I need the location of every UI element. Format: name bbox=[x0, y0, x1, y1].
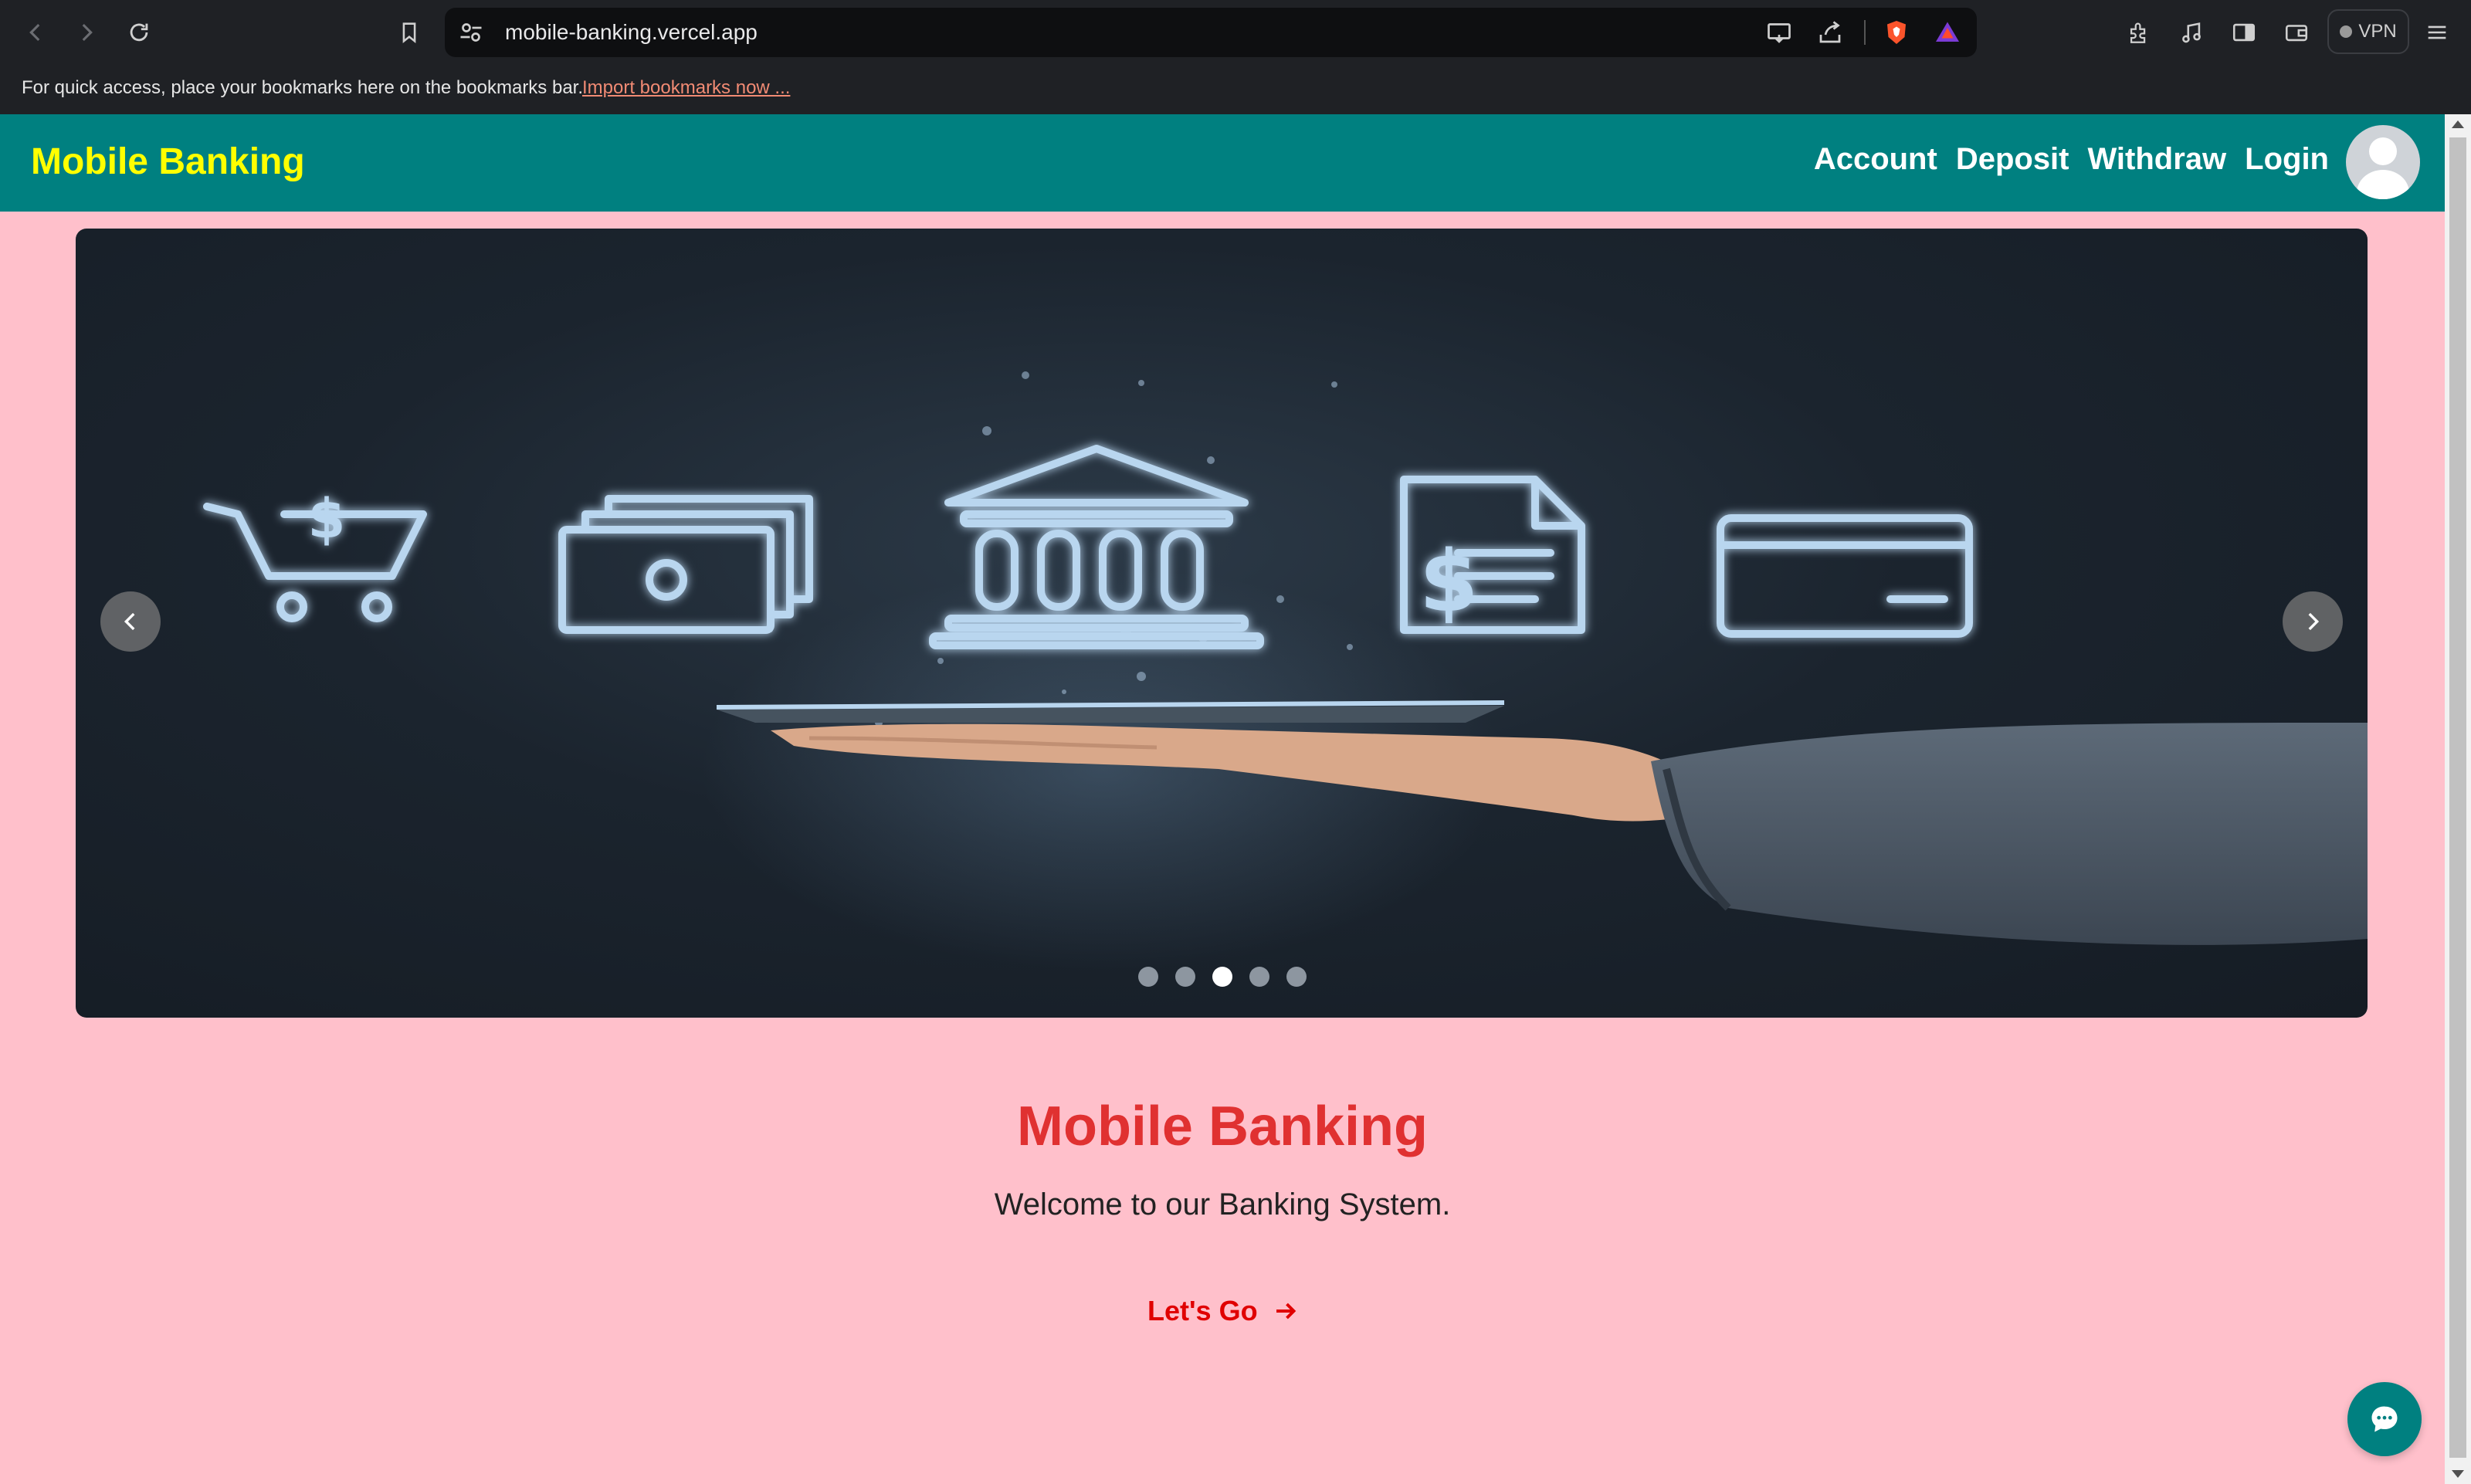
chevron-right-icon bbox=[2308, 612, 2320, 631]
navbar: Mobile Banking Account Deposit Withdraw … bbox=[0, 114, 2445, 212]
chat-bubble-icon bbox=[2371, 1406, 2398, 1432]
carousel-dot-1[interactable] bbox=[1138, 967, 1158, 987]
carousel-dot-3[interactable] bbox=[1212, 967, 1232, 987]
credit-card-icon bbox=[1717, 514, 1973, 638]
user-avatar[interactable] bbox=[2346, 125, 2420, 199]
lets-go-button[interactable]: Let's Go bbox=[1147, 1288, 1300, 1334]
nav-link-deposit[interactable]: Deposit bbox=[1956, 142, 2069, 177]
vpn-button[interactable]: VPN bbox=[2327, 9, 2409, 54]
scroll-down-icon[interactable] bbox=[2452, 1470, 2464, 1478]
carousel-dot-2[interactable] bbox=[1175, 967, 1195, 987]
vpn-label: VPN bbox=[2358, 21, 2397, 42]
menu-icon[interactable] bbox=[2418, 14, 2456, 51]
brave-shield-icon[interactable] bbox=[1883, 19, 1910, 46]
site-settings-icon[interactable] bbox=[457, 19, 485, 46]
vpn-status-icon bbox=[2340, 25, 2353, 38]
avatar-body bbox=[2357, 170, 2409, 199]
address-bar[interactable]: mobile-banking.vercel.app bbox=[445, 8, 1977, 57]
carousel: $ $ bbox=[76, 229, 2368, 1018]
brand-logo[interactable]: Mobile Banking bbox=[31, 141, 305, 183]
nav-link-account[interactable]: Account bbox=[1814, 142, 1937, 177]
address-divider bbox=[1864, 20, 1866, 45]
bank-building-icon bbox=[929, 445, 1264, 649]
cart-dollar-icon: $ bbox=[203, 487, 427, 622]
share-icon[interactable] bbox=[1816, 19, 1844, 46]
nav-link-login[interactable]: Login bbox=[2245, 142, 2329, 177]
bookmarks-message: For quick access, place your bookmarks h… bbox=[22, 77, 584, 98]
sidebar-icon[interactable] bbox=[2225, 14, 2263, 51]
page-scrollbar[interactable] bbox=[2445, 114, 2471, 1484]
page-viewport: Mobile Banking Account Deposit Withdraw … bbox=[0, 114, 2445, 1484]
browser-toolbar: mobile-banking.vercel.app VPN bbox=[0, 0, 2471, 65]
scroll-up-icon[interactable] bbox=[2452, 120, 2464, 128]
carousel-dot-4[interactable] bbox=[1249, 967, 1269, 987]
hero-title: Mobile Banking bbox=[1016, 1096, 1429, 1157]
extensions-icon[interactable] bbox=[2120, 14, 2157, 51]
carousel-indicators bbox=[1138, 967, 1307, 987]
dollar-document-icon: $ bbox=[1400, 476, 1585, 634]
import-bookmarks-link[interactable]: Import bookmarks now ... bbox=[582, 77, 790, 99]
url-text[interactable]: mobile-banking.vercel.app bbox=[505, 20, 758, 45]
carousel-prev-button[interactable] bbox=[100, 591, 161, 652]
lets-go-label: Let's Go bbox=[1147, 1295, 1258, 1326]
carousel-next-button[interactable] bbox=[2283, 591, 2343, 652]
cast-icon[interactable] bbox=[1765, 19, 1793, 46]
scrollbar-thumb[interactable] bbox=[2449, 137, 2466, 1458]
reload-icon[interactable] bbox=[120, 14, 158, 51]
arrow-right-icon bbox=[1276, 1303, 1296, 1320]
wallet-icon[interactable] bbox=[2278, 14, 2315, 51]
back-icon[interactable] bbox=[17, 14, 54, 51]
svg-text:$: $ bbox=[308, 487, 346, 551]
cash-stack-icon bbox=[558, 495, 813, 634]
chat-button[interactable] bbox=[2347, 1382, 2422, 1456]
forward-icon[interactable] bbox=[68, 14, 105, 51]
brave-rewards-icon[interactable] bbox=[1934, 19, 1961, 46]
chevron-left-icon bbox=[124, 612, 135, 631]
nav-links: Account Deposit Withdraw Login bbox=[1814, 142, 2329, 177]
hero-subtitle: Welcome to our Banking System. bbox=[994, 1188, 1451, 1221]
carousel-dot-5[interactable] bbox=[1286, 967, 1307, 987]
media-icon[interactable] bbox=[2173, 14, 2210, 51]
avatar-head bbox=[2369, 137, 2397, 165]
nav-link-withdraw[interactable]: Withdraw bbox=[2088, 142, 2227, 177]
svg-text:$: $ bbox=[1419, 532, 1479, 631]
carousel-slide-image: $ $ bbox=[203, 371, 2368, 970]
bookmarks-bar: For quick access, place your bookmarks h… bbox=[0, 65, 2471, 114]
bookmark-icon[interactable] bbox=[391, 14, 428, 51]
